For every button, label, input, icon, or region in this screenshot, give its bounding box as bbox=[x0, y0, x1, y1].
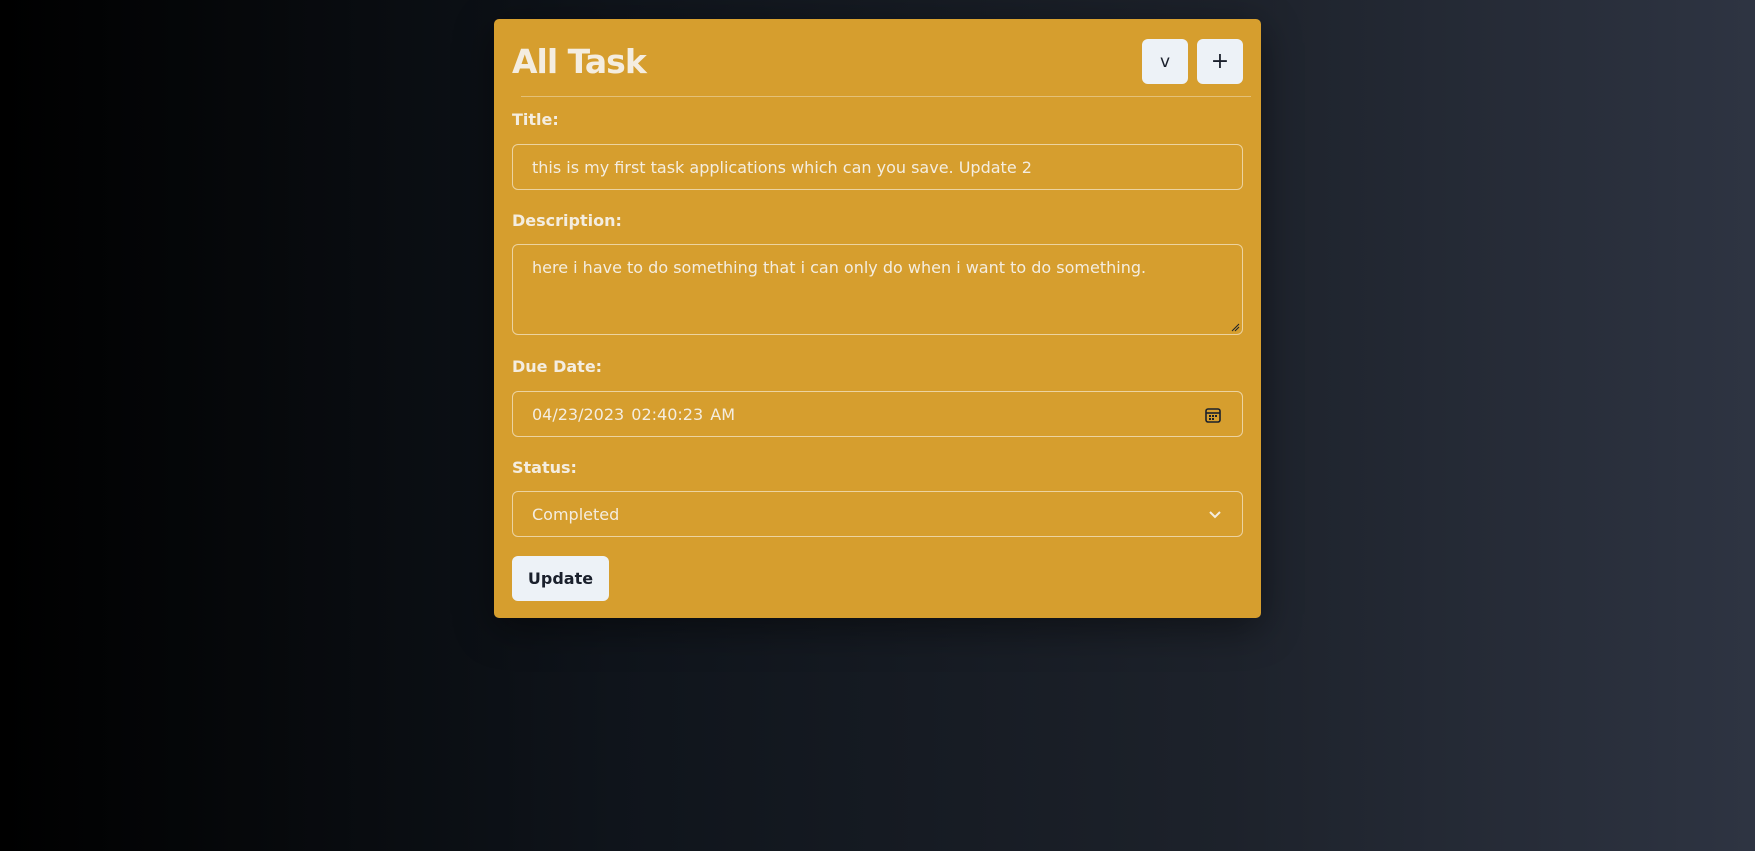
title-label: Title: bbox=[512, 110, 559, 129]
description-textarea[interactable]: here i have to do something that i can o… bbox=[512, 244, 1243, 335]
card-header: All Task v + bbox=[512, 39, 1243, 85]
due-date-input-value: 04/23/2023 02:40:23 AM bbox=[532, 404, 735, 424]
resize-handle-icon[interactable] bbox=[1231, 323, 1240, 332]
page-title: All Task bbox=[512, 42, 647, 81]
header-divider bbox=[521, 96, 1251, 97]
description-textarea-value: here i have to do something that i can o… bbox=[532, 258, 1147, 277]
status-select-value: Completed bbox=[532, 504, 620, 524]
status-select[interactable]: Completed bbox=[512, 491, 1243, 537]
update-button[interactable]: Update bbox=[512, 556, 609, 601]
title-input[interactable]: this is my first task applications which… bbox=[512, 144, 1243, 190]
due-date-label: Due Date: bbox=[512, 357, 603, 376]
due-date-input[interactable]: 04/23/2023 02:40:23 AM bbox=[512, 391, 1243, 437]
task-card: All Task v + Title: this is my first tas… bbox=[494, 19, 1261, 618]
calendar-icon[interactable] bbox=[1204, 406, 1222, 424]
description-label: Description: bbox=[512, 211, 622, 230]
add-task-button[interactable]: + bbox=[1197, 39, 1243, 84]
chevron-down-icon bbox=[1209, 511, 1221, 519]
collapse-button[interactable]: v bbox=[1142, 39, 1188, 84]
title-input-value: this is my first task applications which… bbox=[532, 157, 1032, 177]
status-label: Status: bbox=[512, 458, 577, 477]
